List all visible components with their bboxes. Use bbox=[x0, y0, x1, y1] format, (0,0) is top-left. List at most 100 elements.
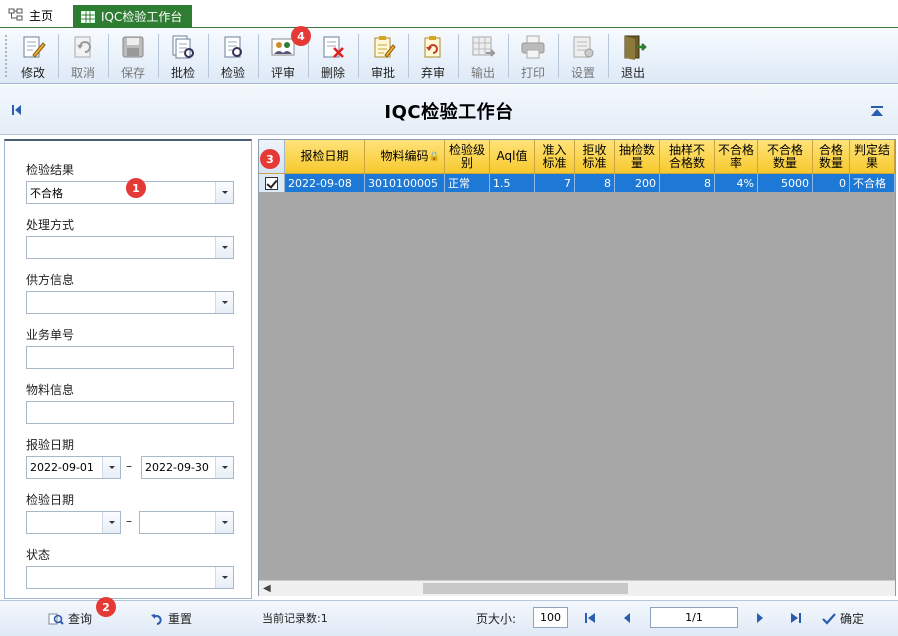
first-page-icon[interactable] bbox=[584, 612, 596, 624]
status-select[interactable] bbox=[26, 566, 234, 589]
report-date-to-picker[interactable]: 2022-09-30 bbox=[141, 456, 234, 479]
report-date-from-value: 2022-09-01 bbox=[30, 461, 94, 474]
query-button-label: 查询 bbox=[68, 612, 93, 626]
confirm-button[interactable]: 确定 bbox=[822, 610, 864, 627]
column-header-inspect-level[interactable]: 检验级 别 bbox=[445, 140, 490, 174]
inspect-date-label: 检验日期 bbox=[26, 493, 75, 507]
column-header-label: 不合格 率 bbox=[717, 142, 754, 170]
toolbar-separator bbox=[158, 34, 159, 78]
annotation-badge-2: 2 bbox=[96, 597, 116, 617]
approve-button[interactable]: 审批 bbox=[360, 30, 406, 82]
column-header-sample-qty[interactable]: 抽检数 量 bbox=[615, 140, 660, 174]
exit-button-label: 退出 bbox=[620, 66, 645, 80]
approve-icon bbox=[374, 36, 396, 58]
cell-reject-std[interactable]: 8 bbox=[575, 174, 615, 192]
column-header-label: 物料编码 bbox=[380, 149, 429, 163]
handling-label: 处理方式 bbox=[26, 218, 75, 232]
settings-button[interactable]: 设置 bbox=[560, 30, 606, 82]
annotation-badge-4: 4 bbox=[291, 26, 311, 46]
edit-button[interactable]: 修改 bbox=[10, 30, 56, 82]
dropdown-button[interactable] bbox=[215, 567, 233, 588]
cell-material-code[interactable]: 3010100005 bbox=[365, 174, 445, 192]
export-button[interactable]: 输出 bbox=[460, 30, 506, 82]
toolbar-separator bbox=[458, 34, 459, 78]
dropdown-button[interactable] bbox=[215, 237, 233, 258]
cell-defect-qty[interactable]: 5000 bbox=[758, 174, 813, 192]
supplier-select[interactable] bbox=[26, 291, 234, 314]
row-select-checkbox[interactable] bbox=[259, 174, 285, 192]
dropdown-button[interactable] bbox=[215, 457, 233, 478]
next-page-icon[interactable] bbox=[755, 612, 765, 624]
inspect-date-from-picker[interactable] bbox=[26, 511, 121, 534]
settings-button-label: 设置 bbox=[570, 66, 595, 80]
toolbar-separator bbox=[108, 34, 109, 78]
column-header-defect-rate[interactable]: 不合格 率 bbox=[715, 140, 758, 174]
inspect-icon bbox=[224, 36, 242, 58]
table-row[interactable]: 2022-09-08 3010100005 正常 1.5 7 8 200 8 4… bbox=[259, 174, 895, 192]
unapprove-button[interactable]: 弃审 bbox=[410, 30, 456, 82]
column-header-report-date[interactable]: 报检日期 bbox=[285, 140, 365, 174]
cell-report-date[interactable]: 2022-09-08 bbox=[285, 174, 365, 192]
delete-button-label: 删除 bbox=[320, 66, 345, 80]
settings-icon bbox=[573, 36, 594, 58]
supplier-label: 供方信息 bbox=[26, 273, 75, 287]
cell-accept-std[interactable]: 7 bbox=[535, 174, 575, 192]
last-page-icon[interactable] bbox=[790, 612, 802, 624]
reset-button[interactable]: 重置 bbox=[150, 610, 192, 627]
page-size-label: 页大小: bbox=[476, 612, 517, 626]
print-button[interactable]: 打印 bbox=[510, 30, 556, 82]
inspect-date-to-picker[interactable] bbox=[139, 511, 234, 534]
cell-aql[interactable]: 1.5 bbox=[490, 174, 535, 192]
exit-door-icon bbox=[624, 35, 647, 60]
dropdown-button[interactable] bbox=[215, 182, 233, 203]
column-header-defect-qty[interactable]: 不合格 数量 bbox=[758, 140, 813, 174]
toolbar-separator bbox=[408, 34, 409, 78]
dropdown-button[interactable] bbox=[215, 512, 233, 533]
handling-select[interactable] bbox=[26, 236, 234, 259]
column-header-accept-std[interactable]: 准入 标准 bbox=[535, 140, 575, 174]
toolbar-separator bbox=[608, 34, 609, 78]
save-button[interactable]: 保存 bbox=[110, 30, 156, 82]
chevron-down-icon bbox=[221, 301, 228, 304]
collapse-up-icon[interactable] bbox=[870, 105, 884, 117]
cell-sample-qty[interactable]: 200 bbox=[615, 174, 660, 192]
tab-iqc-workbench[interactable]: IQC检验工作台 bbox=[73, 5, 193, 28]
cell-inspect-level[interactable]: 正常 bbox=[445, 174, 490, 192]
cell-pass-qty[interactable]: 0 bbox=[813, 174, 850, 192]
page-size-input[interactable]: 100 bbox=[533, 607, 568, 628]
inspect-button[interactable]: 检验 bbox=[210, 30, 256, 82]
grid-icon bbox=[81, 10, 95, 23]
column-header-material-code[interactable]: 物料编码 🔒 bbox=[365, 140, 445, 174]
scroll-left-arrow-icon[interactable]: ◀ bbox=[263, 583, 271, 594]
page-indicator-input[interactable]: 1/1 bbox=[650, 607, 738, 628]
exit-button[interactable]: 退出 bbox=[610, 30, 656, 82]
horizontal-scrollbar[interactable]: ◀ bbox=[259, 580, 895, 596]
query-button[interactable]: 查询 bbox=[48, 610, 92, 627]
edit-button-label: 修改 bbox=[20, 66, 45, 80]
column-header-reject-std[interactable]: 拒收 标准 bbox=[575, 140, 615, 174]
order-input[interactable] bbox=[26, 346, 234, 369]
cell-judgement[interactable]: 不合格 bbox=[850, 174, 895, 192]
previous-page-icon[interactable] bbox=[622, 612, 632, 624]
scrollbar-thumb[interactable] bbox=[423, 583, 628, 594]
report-date-from-picker[interactable]: 2022-09-01 bbox=[26, 456, 121, 479]
tab-home[interactable]: 主页 bbox=[8, 5, 53, 25]
dropdown-button[interactable] bbox=[102, 457, 120, 478]
range-separator: – bbox=[126, 514, 132, 528]
dropdown-button[interactable] bbox=[102, 512, 120, 533]
chevron-down-icon bbox=[221, 246, 228, 249]
column-header-label: Aql值 bbox=[496, 149, 528, 163]
cancel-button[interactable]: 取消 bbox=[60, 30, 106, 82]
batch-inspect-button[interactable]: 批检 bbox=[160, 30, 206, 82]
confirm-button-label: 确定 bbox=[840, 612, 865, 626]
column-header-pass-qty[interactable]: 合格 数量 bbox=[813, 140, 850, 174]
column-header-judgement[interactable]: 判定结 果 bbox=[850, 140, 895, 174]
dropdown-button[interactable] bbox=[215, 292, 233, 313]
cell-sample-defects[interactable]: 8 bbox=[660, 174, 715, 192]
annotation-badge-1: 1 bbox=[126, 178, 146, 198]
delete-button[interactable]: 删除 bbox=[310, 30, 356, 82]
column-header-aql[interactable]: Aql值 bbox=[490, 140, 535, 174]
cell-defect-rate[interactable]: 4% bbox=[715, 174, 758, 192]
column-header-sample-defects[interactable]: 抽样不 合格数 bbox=[660, 140, 715, 174]
material-input[interactable] bbox=[26, 401, 234, 424]
